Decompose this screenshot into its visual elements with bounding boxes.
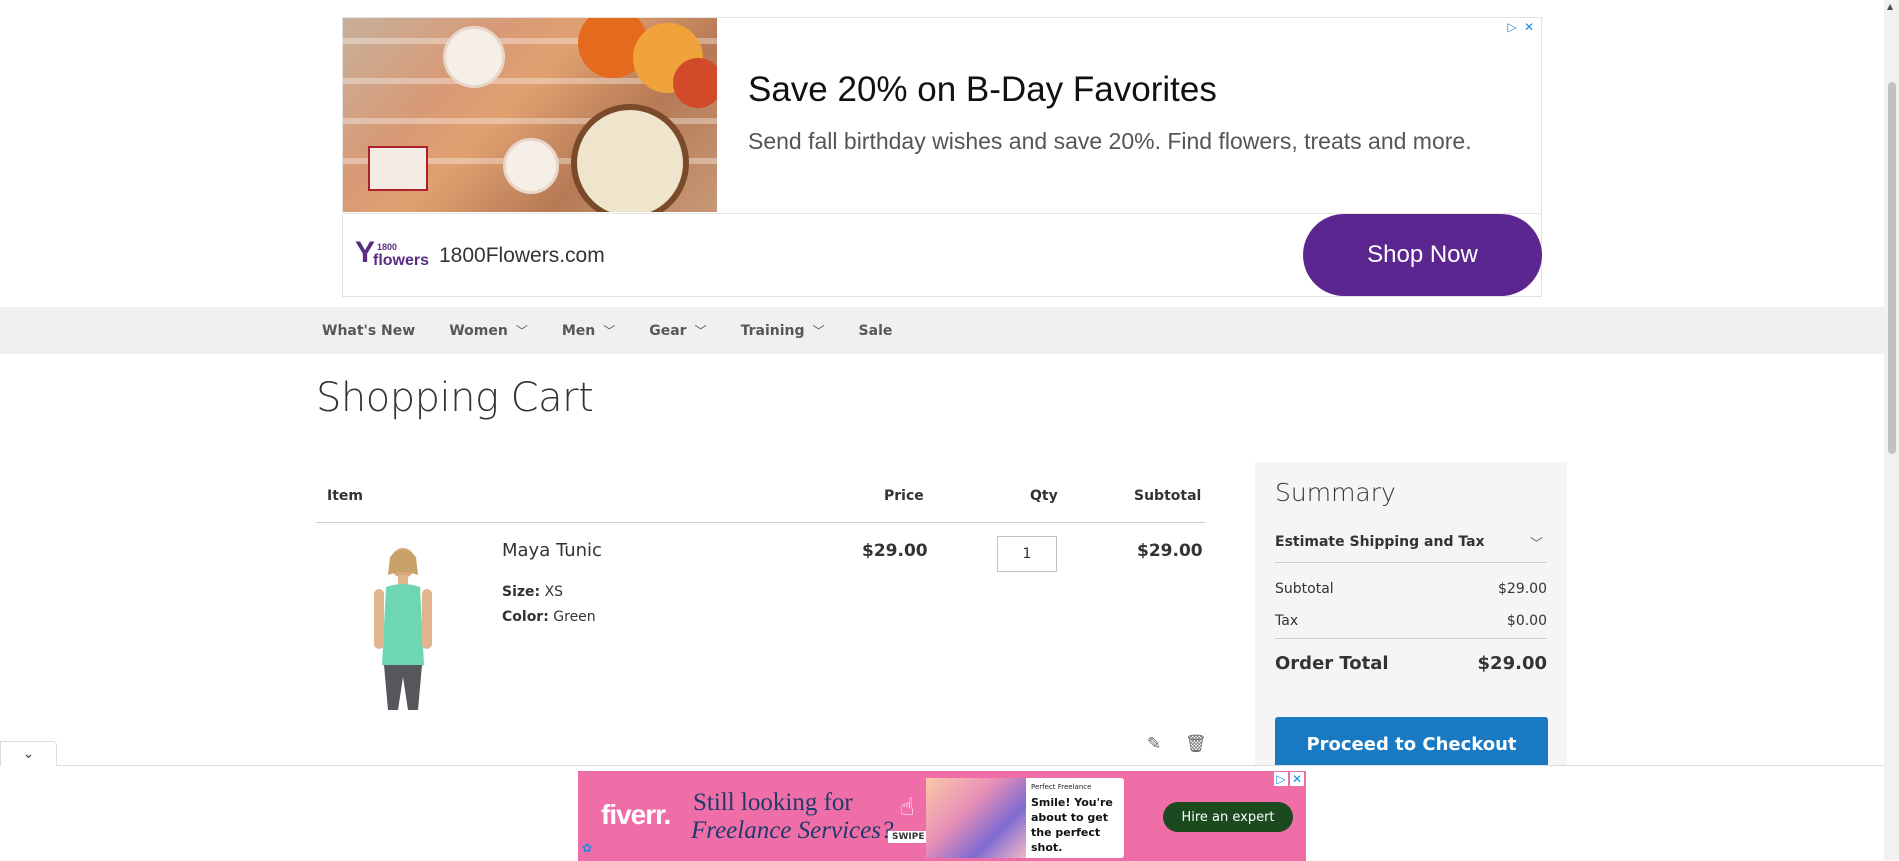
flower-decoration (673, 58, 717, 108)
nav-label: Training (740, 322, 805, 339)
summary-title: Summary (1275, 478, 1396, 507)
fiverr-logo: fiverr. (601, 799, 671, 830)
ad-line-1: Still looking for (693, 789, 853, 816)
nav-item-sale[interactable]: Sale (859, 307, 893, 354)
column-header-price: Price (884, 488, 924, 504)
cake-decoration (571, 104, 689, 212)
order-total-row: Order Total $29.00 (1275, 653, 1547, 674)
summary-subtotal-row: Subtotal $29.00 (1275, 581, 1547, 597)
main-navigation: What's New Women ﹀ Men ﹀ Gear ﹀ Training ﹀ S… (0, 307, 1884, 354)
nav-label: What's New (322, 322, 416, 339)
bottom-ad-bar: ⌄ fiverr. Still looking for Freelance Se… (0, 741, 1884, 861)
option-value: Green (553, 609, 596, 625)
nav-label: Men (561, 322, 596, 339)
card-kicker: Perfect Freelance (1031, 783, 1092, 791)
flowers-logo[interactable]: Y 1800 flowers (355, 236, 433, 276)
item-subtotal: $29.00 (1137, 541, 1203, 561)
trash-icon[interactable]: 🗑 (1185, 734, 1207, 754)
nav-item-training[interactable]: Training ﹀ (741, 307, 825, 354)
ad-headline[interactable]: Save 20% on B-Day Favorites (748, 70, 1217, 110)
ad-choices-icon[interactable]: ▷ (1274, 772, 1288, 786)
summary-tax-row: Tax $0.00 (1275, 613, 1547, 629)
product-image[interactable] (352, 545, 454, 710)
nav-item-whats-new[interactable]: What's New (322, 307, 415, 354)
chevron-down-icon: ﹀ (812, 324, 825, 338)
hand-cursor-icon: ☝ (900, 793, 915, 821)
estimate-shipping-toggle[interactable]: Estimate Shipping and Tax ﹀ (1275, 534, 1547, 564)
logo-word: flowers (373, 252, 430, 269)
item-price: $29.00 (862, 541, 928, 561)
subtotal-value: $29.00 (1498, 581, 1547, 597)
scrollbar-thumb[interactable] (1888, 82, 1896, 454)
plate-decoration (503, 138, 559, 194)
top-banner-ad[interactable]: Save 20% on B-Day Favorites Send fall bi… (342, 17, 1542, 297)
logo-number: 1800 (377, 242, 398, 252)
ad-description[interactable]: Send fall birthday wishes and save 20%. … (748, 128, 1472, 155)
chevron-down-icon: ﹀ (694, 324, 707, 338)
page-scrollbar[interactable]: ▲ (1884, 0, 1899, 860)
nav-item-men[interactable]: Men ﹀ (562, 307, 615, 354)
swipe-label: SWIPE (888, 831, 929, 843)
option-value: XS (544, 584, 564, 600)
order-total-value: $29.00 (1477, 653, 1547, 674)
order-total-label: Order Total (1275, 653, 1389, 674)
ad-card[interactable]: Perfect Freelance Smile! You're about to… (926, 778, 1124, 858)
shop-now-button[interactable]: Shop Now (1303, 214, 1542, 296)
card-text: Smile! You're about to get the perfect s… (1031, 796, 1113, 854)
scroll-up-arrow-icon[interactable]: ▲ (1887, 2, 1893, 11)
fiverr-ad[interactable]: fiverr. Still looking for Freelance Serv… (578, 771, 1306, 861)
hire-an-expert-button[interactable]: Hire an expert (1163, 802, 1293, 832)
quantity-input[interactable] (997, 536, 1057, 572)
table-header-divider (316, 522, 1205, 523)
nav-label: Gear (649, 322, 687, 339)
subtotal-label: Subtotal (1275, 581, 1334, 597)
close-icon[interactable]: ✕ (1290, 772, 1304, 786)
chevron-down-icon: ⌄ (22, 746, 35, 762)
product-name-link[interactable]: Maya Tunic (502, 540, 602, 561)
nav-item-women[interactable]: Women ﹀ (449, 307, 528, 354)
pencil-icon[interactable]: ✎ (1144, 734, 1164, 754)
order-summary: Summary Estimate Shipping and Tax ﹀ Subt… (1255, 462, 1567, 782)
close-icon[interactable]: ✕ (1522, 20, 1536, 34)
chevron-down-icon: ﹀ (603, 324, 616, 338)
column-header-subtotal: Subtotal (1134, 488, 1202, 504)
product-option-size: Size: XS (502, 584, 563, 600)
tax-value: $0.00 (1506, 613, 1547, 629)
product-option-color: Color: Green (502, 609, 596, 625)
gift-decoration (368, 146, 428, 191)
logo-mark: Y (355, 236, 376, 269)
summary-divider (1275, 562, 1547, 563)
ad-image-cake-flowers[interactable] (343, 18, 717, 212)
nav-label: Women (449, 322, 508, 339)
column-header-qty: Qty (1030, 488, 1058, 504)
chevron-down-icon: ﹀ (1529, 537, 1543, 552)
tax-label: Tax (1275, 613, 1299, 629)
ad-brand-name[interactable]: 1800Flowers.com (439, 244, 605, 268)
ad-choices-icon[interactable]: ▷ (1505, 20, 1519, 34)
summary-divider (1275, 638, 1547, 639)
nav-item-gear[interactable]: Gear ﹀ (649, 307, 706, 354)
chevron-down-icon: ﹀ (515, 324, 528, 338)
page-title: Shopping Cart (316, 375, 594, 421)
plate-decoration (443, 26, 505, 88)
ad-info-icon[interactable]: ✿ (582, 841, 592, 855)
proceed-to-checkout-button[interactable]: Proceed to Checkout (1275, 717, 1548, 772)
option-label: Size: (502, 584, 541, 600)
ad-line-2: Freelance Services? (691, 817, 894, 844)
option-label: Color: (502, 609, 549, 625)
estimate-label: Estimate Shipping and Tax (1275, 534, 1485, 550)
column-header-item: Item (327, 488, 363, 504)
nav-label: Sale (858, 322, 893, 339)
collapse-ad-button[interactable]: ⌄ (0, 741, 57, 766)
ad-card-image (926, 778, 1026, 858)
